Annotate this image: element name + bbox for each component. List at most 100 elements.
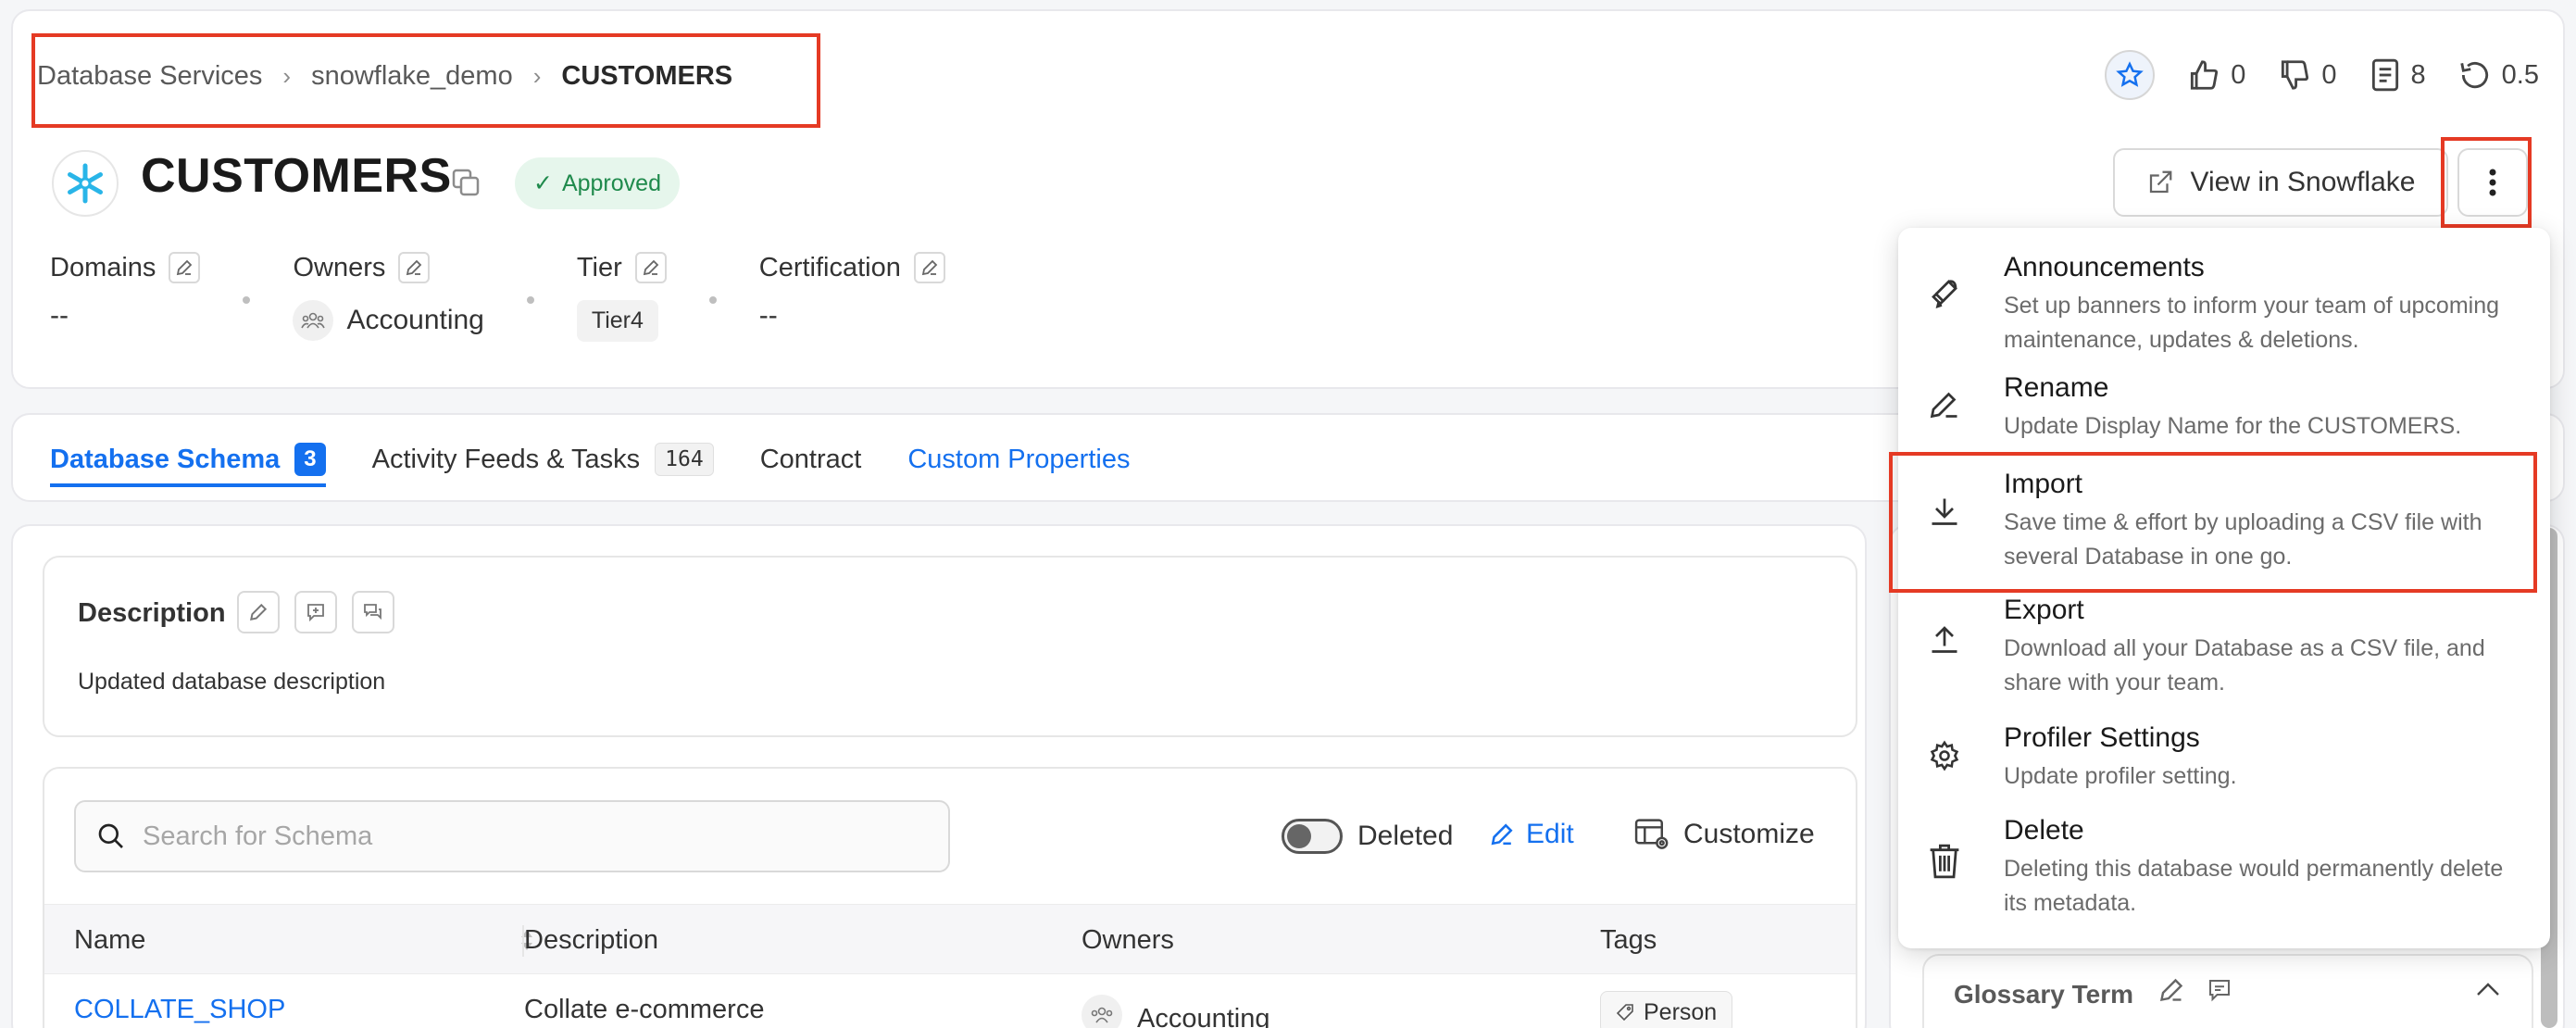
history-icon <box>2460 61 2488 89</box>
schema-owner: Accounting <box>1082 995 1270 1028</box>
tab-custom-properties[interactable]: Custom Properties <box>907 415 1130 504</box>
menu-item-announcements-desc: Set up banners to inform your team of up… <box>2004 293 2500 353</box>
dislike-button[interactable]: 0 <box>2277 57 2337 93</box>
domains-label: Domains <box>50 252 156 282</box>
customize-button[interactable]: Customize <box>1633 817 1815 852</box>
certification-label: Certification <box>758 252 901 282</box>
tab-activity-feeds-count: 164 <box>655 443 714 476</box>
edit-description-icon[interactable] <box>237 591 280 633</box>
menu-item-rename-title: Rename <box>2004 372 2109 403</box>
like-count: 0 <box>2231 59 2246 90</box>
menu-item-rename[interactable]: Rename Update Display Name for the CUSTO… <box>1898 354 2550 446</box>
edit-certification-icon[interactable] <box>913 252 945 283</box>
column-name[interactable]: Name <box>74 925 145 956</box>
team-icon <box>293 300 334 341</box>
tab-activity-feeds-label: Activity Feeds & Tasks <box>371 444 641 474</box>
meta-tier: Tier Tier4 <box>576 252 667 342</box>
customize-label: Customize <box>1683 819 1815 849</box>
separator-dot <box>243 296 251 304</box>
description-actions <box>237 591 394 633</box>
menu-item-rename-desc: Update Display Name for the CUSTOMERS. <box>2004 413 2462 439</box>
megaphone-icon <box>1926 274 1963 311</box>
tab-custom-properties-label: Custom Properties <box>907 444 1131 474</box>
request-description-icon[interactable] <box>294 591 337 633</box>
edit-owners-icon[interactable] <box>398 252 431 283</box>
star-icon[interactable] <box>2105 50 2156 100</box>
entity-meta-row: Domains -- Owners Accounting Tier Tier4 … <box>50 252 945 342</box>
tab-database-schema[interactable]: Database Schema 3 <box>50 415 326 504</box>
owners-label: Owners <box>293 252 386 282</box>
team-icon <box>1082 995 1122 1028</box>
schema-owner-name[interactable]: Accounting <box>1137 1004 1270 1028</box>
description-text: Updated database description <box>78 669 386 695</box>
upload-icon <box>1926 621 1963 658</box>
deleted-toggle-group: Deleted <box>1282 819 1453 854</box>
glossary-term-title: Glossary Term <box>1954 980 2134 1009</box>
search-schema[interactable] <box>74 800 950 872</box>
gear-icon <box>1926 737 1963 774</box>
tier-label: Tier <box>576 252 622 282</box>
tag-chip[interactable]: Person <box>1600 991 1733 1028</box>
external-link-icon <box>2149 170 2171 194</box>
deleted-label: Deleted <box>1357 821 1454 851</box>
edit-tier-icon[interactable] <box>634 252 667 283</box>
tasks-button[interactable]: 8 <box>2369 57 2426 93</box>
pencil-icon <box>1491 823 1513 846</box>
edit-button[interactable]: Edit <box>1489 819 1574 850</box>
tab-activity-feeds[interactable]: Activity Feeds & Tasks 164 <box>372 415 714 504</box>
meta-owners: Owners Accounting <box>293 252 484 341</box>
schema-description: Collate e-commerce <box>524 995 765 1024</box>
tier-chip: Tier4 <box>576 300 658 342</box>
tab-database-schema-label: Database Schema <box>50 444 281 474</box>
table-settings-icon <box>1634 819 1669 849</box>
separator-dot <box>526 296 534 304</box>
comment-icon[interactable] <box>2206 976 2233 1004</box>
tag-icon <box>1616 1004 1633 1022</box>
edit-domains-icon[interactable] <box>169 252 201 283</box>
edit-label: Edit <box>1526 819 1574 849</box>
pencil-icon[interactable] <box>2157 976 2185 1004</box>
menu-item-profiler-settings[interactable]: Profiler Settings Update profiler settin… <box>1898 704 2550 796</box>
tab-contract[interactable]: Contract <box>760 415 862 504</box>
pencil-icon <box>1926 385 1963 422</box>
menu-item-announcements[interactable]: Announcements Set up banners to inform y… <box>1898 228 2550 354</box>
column-tags: Tags <box>1600 925 1657 955</box>
highlight-breadcrumb <box>31 33 820 128</box>
column-description: Description <box>524 925 659 955</box>
certification-value: -- <box>758 300 778 331</box>
schema-name-link[interactable]: COLLATE_SHOP <box>74 995 285 1025</box>
status-badge-label: Approved <box>561 169 661 196</box>
separator-dot <box>708 296 717 304</box>
highlight-import <box>1889 452 2537 593</box>
menu-item-export[interactable]: Export Download all your Database as a C… <box>1898 576 2550 704</box>
menu-item-delete[interactable]: Delete Deleting this database would perm… <box>1898 796 2550 948</box>
highlight-more-options <box>2441 137 2532 228</box>
entity-actions: 0 0 8 0.5 <box>2105 50 2539 100</box>
version-button[interactable]: 0.5 <box>2457 57 2539 93</box>
description-card <box>43 556 1857 737</box>
menu-item-export-desc: Download all your Database as a CSV file… <box>2004 635 2485 696</box>
glossary-actions <box>2157 976 2233 1004</box>
check-icon: ✓ <box>533 170 553 196</box>
menu-item-delete-title: Delete <box>2004 815 2084 846</box>
thumbs-up-icon <box>2191 60 2219 90</box>
meta-certification: Certification -- <box>759 252 945 332</box>
menu-item-profiler-settings-title: Profiler Settings <box>2004 722 2200 753</box>
copy-icon[interactable] <box>450 167 481 198</box>
trash-icon <box>1926 843 1963 880</box>
owners-value[interactable]: Accounting <box>346 305 483 336</box>
menu-item-announcements-title: Announcements <box>2004 252 2205 282</box>
view-in-snowflake-button[interactable]: View in Snowflake <box>2113 148 2448 217</box>
view-in-snowflake-label: View in Snowflake <box>2190 167 2416 197</box>
table-header: Name Description Owners Tags <box>44 904 1856 974</box>
status-badge: ✓ Approved <box>515 157 680 209</box>
deleted-toggle[interactable] <box>1282 819 1343 854</box>
document-icon <box>2371 58 2398 92</box>
like-button[interactable]: 0 <box>2186 57 2245 93</box>
menu-item-delete-desc: Deleting this database would permanently… <box>2004 856 2504 916</box>
search-input[interactable] <box>143 821 939 852</box>
domains-value: -- <box>50 300 69 331</box>
chevron-up-icon[interactable] <box>2474 980 2502 1000</box>
description-title: Description <box>78 598 226 628</box>
conversation-icon[interactable] <box>352 591 394 633</box>
